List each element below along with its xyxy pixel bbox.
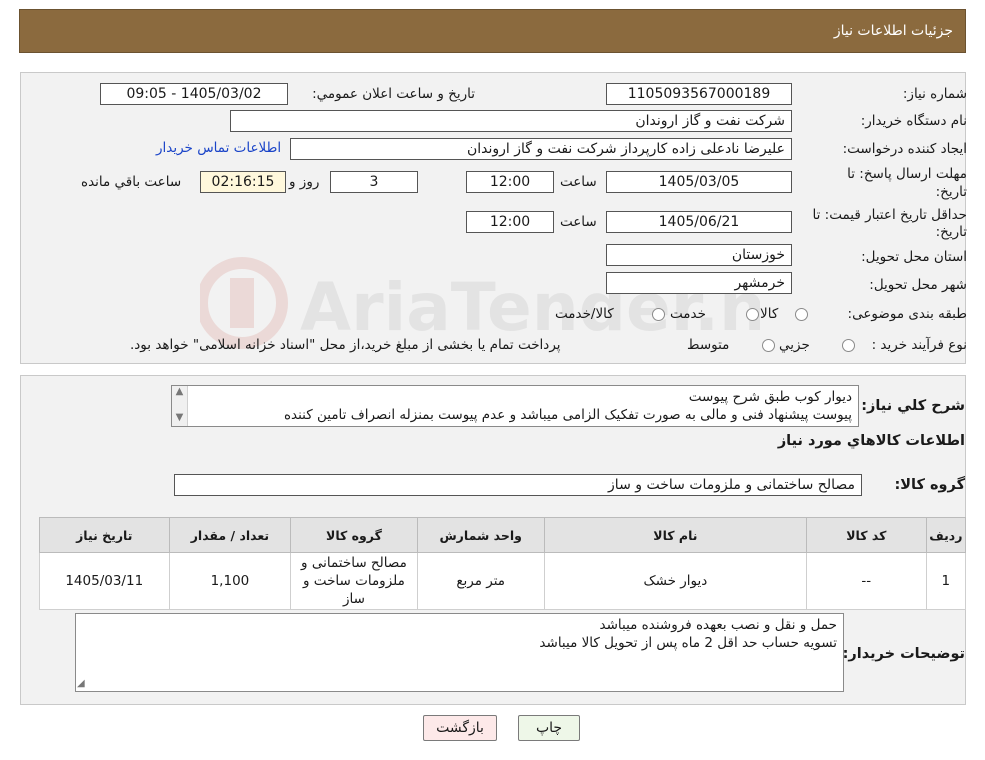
buyer-org-field: شرکت نفت و گاز اروندان — [230, 110, 792, 132]
col-unit: واحد شمارش — [416, 517, 545, 553]
description-scrollbar[interactable]: ▲ ▼ — [172, 386, 188, 426]
col-goods-code: کد کالا — [805, 517, 927, 553]
buyer-notes-line-2: تسويه حساب حد اقل 2 ماه پس از تحويل کالا… — [539, 635, 837, 651]
buyer-notes-line-1: حمل و نقل و نصب بعهده فروشنده ميباشد — [599, 617, 838, 633]
deadline-time-field: 12:00 — [466, 171, 554, 193]
treasury-note: پرداخت تمام يا بخشی از مبلغ خريد،از محل … — [130, 337, 561, 353]
process-minor-radio[interactable] — [842, 339, 855, 352]
process-medium-radio[interactable] — [762, 339, 775, 352]
description-label: شرح کلي نياز: — [861, 398, 965, 414]
scroll-up-icon[interactable]: ▲ — [172, 386, 187, 398]
province-field: خوزستان — [606, 244, 792, 266]
page-header: جزئيات اطلاعات نياز — [19, 9, 966, 53]
validity-label-date: تاريخ: — [935, 224, 967, 240]
need-number-label: شماره نياز: — [902, 86, 967, 102]
province-label: استان محل تحويل: — [861, 249, 967, 265]
buyer-org-label: نام دستگاه خريدار: — [860, 113, 967, 129]
category-service-radio[interactable] — [746, 308, 759, 321]
validity-label: حداقل تاريخ اعتبار قيمت: تا — [812, 207, 967, 223]
col-need-date: تاريخ نياز — [39, 517, 170, 553]
description-line-1: ديوار کوب طبق شرح پيوست — [688, 389, 852, 405]
print-button[interactable]: چاپ — [518, 715, 580, 741]
goods-table: رديف کد کالا نام کالا واحد شمارش گروه کا… — [39, 517, 967, 610]
creator-label: ايجاد کننده درخواست: — [842, 141, 967, 157]
cell-need-date: 1405/03/11 — [39, 552, 170, 610]
cell-unit: متر مربع — [416, 552, 545, 610]
cell-quantity: 1,100 — [168, 552, 292, 610]
announce-date-label: تاريخ و ساعت اعلان عمومي: — [312, 86, 475, 102]
days-label: روز و — [289, 174, 320, 190]
buyer-contact-link[interactable]: اطلاعات تماس خريدار — [156, 140, 281, 156]
city-field: خرمشهر — [606, 272, 792, 294]
category-service-label: خدمت — [670, 306, 706, 322]
time-remaining-label: ساعت باقي مانده — [81, 174, 182, 190]
goods-group-field: مصالح ساختمانی و ملزومات ساخت و ساز — [174, 474, 862, 496]
category-goods-radio[interactable] — [795, 308, 808, 321]
time-remaining-field: 02:16:15 — [200, 171, 286, 193]
validity-time-field: 12:00 — [466, 211, 554, 233]
cell-goods-group: مصالح ساختمانی و ملزومات ساخت و ساز — [290, 552, 418, 610]
buyer-notes-textarea[interactable]: حمل و نقل و نصب بعهده فروشنده ميباشد تسو… — [75, 613, 844, 692]
category-goods-service-radio[interactable] — [652, 308, 665, 321]
process-type-label: نوع فرآيند خريد : — [871, 337, 967, 353]
category-goods-label: کالا — [760, 306, 779, 322]
description-textarea[interactable]: ديوار کوب طبق شرح پيوست پيوست پيشنهاد فن… — [171, 385, 859, 427]
cell-goods-code: -- — [805, 552, 927, 610]
days-remaining-field: 3 — [330, 171, 418, 193]
process-minor-label: جزيي — [779, 337, 810, 353]
description-line-2: پيوست پيشنهاد فنی و مالی به صورت تفکيک ا… — [283, 407, 852, 423]
scroll-down-icon[interactable]: ▼ — [172, 412, 187, 424]
city-label: شهر محل تحويل: — [869, 277, 967, 293]
deadline-time-label: ساعت — [560, 174, 597, 190]
goods-group-label: گروه کالا: — [894, 477, 965, 493]
cell-goods-name: ديوار خشک — [543, 552, 807, 610]
category-goods-service-label: کالا/خدمت — [555, 306, 614, 322]
table-header-row: رديف کد کالا نام کالا واحد شمارش گروه کا… — [39, 517, 967, 553]
need-number-field: 1105093567000189 — [606, 83, 792, 105]
goods-info-title: اطلاعات کالاهاي مورد نياز — [777, 433, 965, 449]
announce-date-field: 1405/03/02 - 09:05 — [100, 83, 288, 105]
process-medium-label: متوسط — [687, 337, 730, 353]
buyer-notes-label: توضيحات خريدار: — [842, 646, 965, 662]
creator-field: عليرضا نادعلی زاده کارپرداز شرکت نفت و گ… — [290, 138, 792, 160]
resize-grip-icon[interactable]: ◢ — [77, 678, 85, 689]
page-title: جزئيات اطلاعات نياز — [833, 23, 953, 39]
col-row-number: رديف — [925, 517, 967, 553]
validity-time-label: ساعت — [560, 214, 597, 230]
category-label: طبقه بندی موضوعی: — [847, 306, 967, 322]
back-button[interactable]: بازگشت — [423, 715, 497, 741]
col-quantity: تعداد / مقدار — [168, 517, 292, 553]
col-goods-group: گروه کالا — [290, 517, 418, 553]
col-goods-name: نام کالا — [543, 517, 807, 553]
deadline-date-field: 1405/03/05 — [606, 171, 792, 193]
cell-row-number: 1 — [925, 552, 967, 610]
deadline-label: مهلت ارسال پاسخ: تا — [847, 166, 967, 182]
deadline-label-date: تاريخ: — [935, 184, 967, 200]
table-row: 1 -- ديوار خشک متر مربع مصالح ساختمانی و… — [39, 552, 967, 610]
validity-date-field: 1405/06/21 — [606, 211, 792, 233]
